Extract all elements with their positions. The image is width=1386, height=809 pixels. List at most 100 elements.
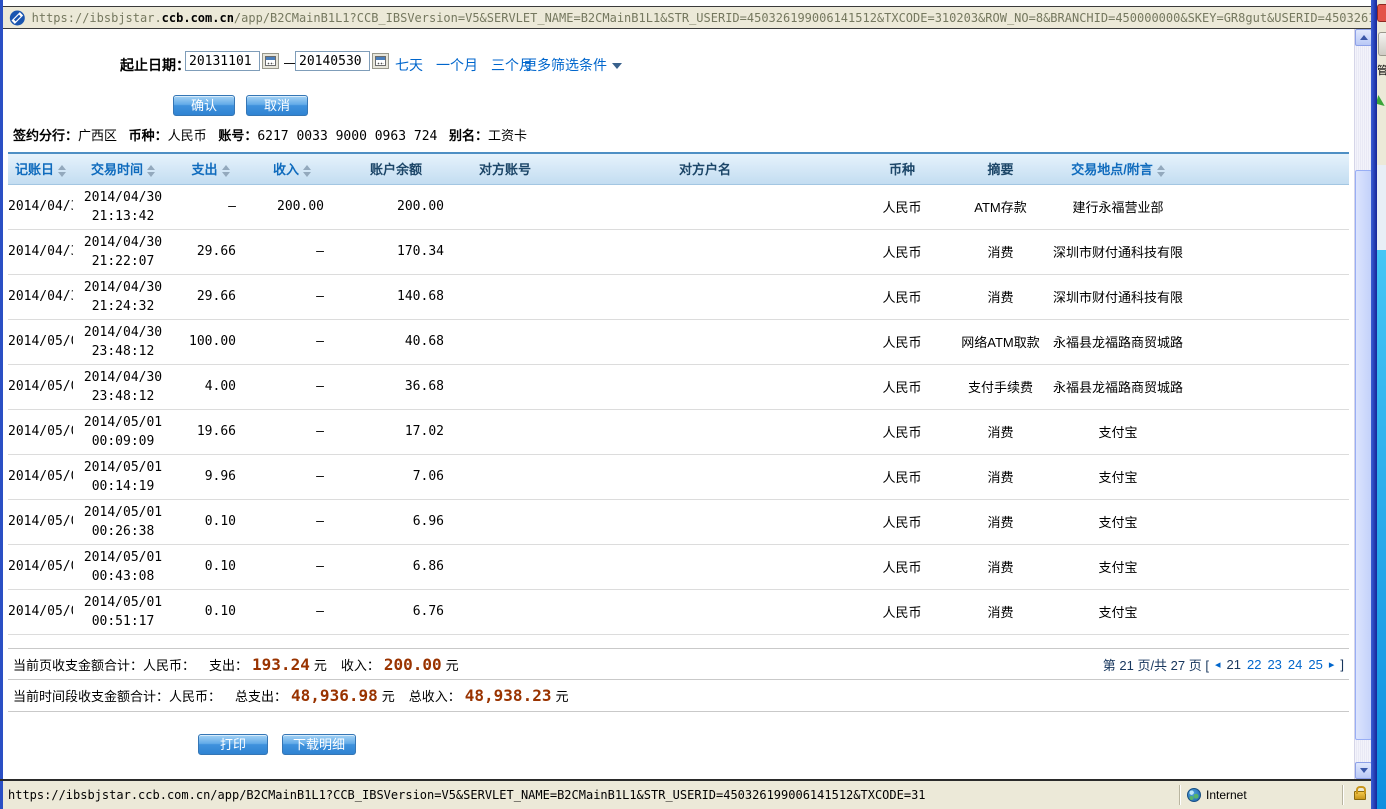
cell-credit: – <box>248 589 336 634</box>
cell-balance: 6.76 <box>336 589 456 634</box>
confirm-button[interactable]: 确认 <box>173 95 235 116</box>
cell-balance: 17.02 <box>336 409 456 454</box>
cell-filler <box>1183 544 1349 589</box>
background-partial-text: 管 <box>1377 62 1386 78</box>
cell-record-date: 2014/04/30 <box>8 274 73 319</box>
arrow-up-icon <box>1360 35 1368 40</box>
cell-counter-name <box>554 454 856 499</box>
column-header[interactable]: 交易地点/附言 <box>1053 153 1183 184</box>
cell-counter-name <box>554 364 856 409</box>
column-header[interactable]: 收入 <box>248 153 336 184</box>
column-header[interactable]: 交易时间 <box>73 153 173 184</box>
cell-record-date: 2014/04/30 <box>8 229 73 274</box>
cell-summary: 消费 <box>948 589 1053 634</box>
period-debit-label: 总支出： <box>235 686 287 705</box>
quick-range-link[interactable]: 七天 <box>395 55 423 75</box>
page-credit-unit: 元 <box>446 655 459 674</box>
address-bar[interactable]: https://ibsbjstar.ccb.com.cn/app/B2CMain… <box>3 6 1371 29</box>
cell-currency: 人民币 <box>856 229 948 274</box>
cell-record-date: 2014/05/01 <box>8 589 73 634</box>
transactions-table: 记账日交易时间支出收入账户余额对方账号对方户名币种摘要交易地点/附言 2014/… <box>8 152 1349 635</box>
cell-place: 永福县龙福路商贸城路口 <box>1053 364 1183 409</box>
cell-counter-account <box>456 499 554 544</box>
sort-icon <box>222 165 230 177</box>
column-header: 对方账号 <box>456 153 554 184</box>
quick-range-link[interactable]: 一个月 <box>436 55 478 75</box>
cell-summary: 消费 <box>948 499 1053 544</box>
cell-filler <box>1183 364 1349 409</box>
table-row: 2014/05/01 2014/05/0100:09:09 19.66 – 17… <box>8 409 1349 454</box>
pagination-page-link[interactable]: 22 <box>1247 657 1261 672</box>
column-header[interactable]: 支出 <box>173 153 248 184</box>
period-summary-label: 当前时间段收支金额合计：人民币： <box>13 686 221 705</box>
date-from-input[interactable] <box>185 51 260 71</box>
cell-record-date: 2014/05/01 <box>8 364 73 409</box>
cell-debit: 19.66 <box>173 409 248 454</box>
page-credit-amount: 200.00 <box>384 655 442 674</box>
date-to-calendar-button[interactable] <box>372 53 389 69</box>
sort-icon <box>58 165 66 177</box>
pagination-close-bracket: ] <box>1340 657 1344 672</box>
table-row: 2014/05/01 2014/05/0100:26:38 0.10 – 6.9… <box>8 499 1349 544</box>
cell-credit: – <box>248 409 336 454</box>
cell-currency: 人民币 <box>856 409 948 454</box>
vertical-scrollbar[interactable] <box>1354 29 1371 779</box>
scroll-down-button[interactable] <box>1355 762 1372 779</box>
account-number-value: 6217 0033 9000 0963 724 <box>257 129 437 144</box>
background-close-button[interactable] <box>1377 4 1386 22</box>
column-header: 账户余额 <box>336 153 456 184</box>
pagination-next-arrow[interactable]: ▸ <box>1329 658 1335 671</box>
cell-debit: 0.10 <box>173 544 248 589</box>
cell-debit: 29.66 <box>173 229 248 274</box>
more-filters-link[interactable]: 更多筛选条件 <box>523 55 622 75</box>
scroll-up-button[interactable] <box>1355 29 1372 46</box>
background-toolbar-button[interactable] <box>1378 32 1386 56</box>
cell-summary: 支付手续费 <box>948 364 1053 409</box>
column-header <box>1183 153 1349 184</box>
period-credit-amount: 48,938.23 <box>465 686 552 705</box>
cell-transaction-time: 2014/05/0100:26:38 <box>73 499 173 544</box>
pagination: 第 21 页/共 27 页 [ ◂ 21 22232425 ▸ ] <box>1103 655 1344 674</box>
period-debit-amount: 48,936.98 <box>291 686 378 705</box>
security-zone-label: Internet <box>1206 788 1336 802</box>
date-from-calendar-button[interactable] <box>262 53 279 69</box>
column-header[interactable]: 记账日 <box>8 153 73 184</box>
page-debit-amount: 193.24 <box>252 655 310 674</box>
page-summary-label: 当前页收支金额合计：人民币： <box>13 655 195 674</box>
cell-summary: 消费 <box>948 454 1053 499</box>
cell-summary: 消费 <box>948 544 1053 589</box>
cell-place: 支付宝 <box>1053 499 1183 544</box>
cell-balance: 6.86 <box>336 544 456 589</box>
background-panel <box>1377 165 1386 250</box>
download-details-button[interactable]: 下载明细 <box>282 734 356 755</box>
pagination-current-page: 21 <box>1227 657 1241 672</box>
pagination-page-link[interactable]: 23 <box>1267 657 1281 672</box>
cell-place: 支付宝 <box>1053 409 1183 454</box>
account-number-label: 账号： <box>218 128 257 143</box>
table-row: 2014/04/30 2014/04/3021:13:42 – 200.00 2… <box>8 184 1349 229</box>
pagination-page-link[interactable]: 24 <box>1288 657 1302 672</box>
cell-counter-name <box>554 184 856 229</box>
cell-debit: 0.10 <box>173 499 248 544</box>
status-bar: https://ibsbjstar.ccb.com.cn/app/B2CMain… <box>3 781 1371 809</box>
cancel-button[interactable]: 取消 <box>246 95 308 116</box>
period-debit-unit: 元 <box>382 686 395 705</box>
cell-transaction-time: 2014/04/3021:24:32 <box>73 274 173 319</box>
pagination-prev-arrow[interactable]: ◂ <box>1215 658 1221 671</box>
print-button[interactable]: 打印 <box>198 734 268 755</box>
cell-transaction-time: 2014/05/0100:09:09 <box>73 409 173 454</box>
cell-summary: 网络ATM取款 <box>948 319 1053 364</box>
cell-counter-account <box>456 409 554 454</box>
desktop-background <box>1377 250 1386 809</box>
cell-balance: 140.68 <box>336 274 456 319</box>
cell-place: 深圳市财付通科技有限公司 <box>1053 229 1183 274</box>
green-arrow-icon <box>1377 95 1386 106</box>
cell-summary: ATM存款 <box>948 184 1053 229</box>
alias-value: 工资卡 <box>488 128 527 143</box>
pagination-page-link[interactable]: 25 <box>1308 657 1322 672</box>
cell-filler <box>1183 589 1349 634</box>
cell-place: 支付宝 <box>1053 589 1183 634</box>
quick-range-links: 七天一个月三个月 <box>395 55 533 75</box>
scrollbar-thumb[interactable] <box>1355 170 1372 740</box>
date-to-input[interactable] <box>295 51 370 71</box>
